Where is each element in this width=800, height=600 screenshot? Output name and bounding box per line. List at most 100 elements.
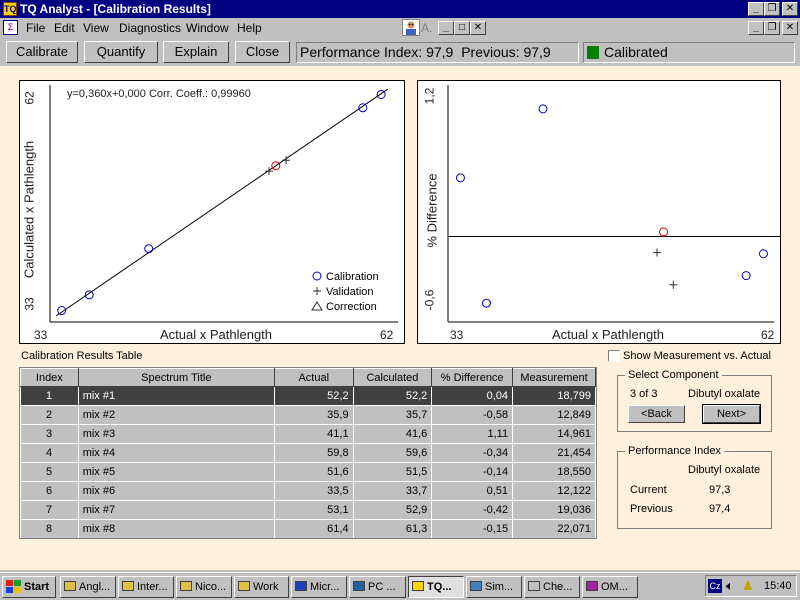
- menu-file[interactable]: File: [26, 21, 45, 35]
- minimize-doc-button[interactable]: _: [438, 21, 454, 35]
- folder-icon: [238, 581, 250, 591]
- taskbar-button-9[interactable]: Che...: [524, 576, 580, 598]
- percent-difference-plot-svg: [447, 85, 780, 323]
- column-header[interactable]: Calculated: [352, 368, 433, 387]
- performance-index-title: Performance Index: [625, 445, 724, 457]
- menu-view[interactable]: View: [83, 21, 109, 35]
- table-row[interactable]: 3 mix #3 41,1 41,6 1,11 14,961: [20, 424, 596, 444]
- show-measurement-label[interactable]: Show Measurement vs. Actual: [623, 350, 771, 362]
- taskbar-button-label: Angl...: [79, 581, 111, 593]
- column-header[interactable]: Index: [20, 368, 79, 387]
- table-cell: 53,1: [274, 500, 354, 520]
- explain-button[interactable]: Explain: [163, 41, 229, 63]
- clock: 15:40: [764, 580, 792, 592]
- table-cell: 33,7: [353, 481, 433, 501]
- previous-label: Previous:: [461, 44, 520, 60]
- table-cell: 51,5: [353, 462, 433, 482]
- taskbar-button-3[interactable]: Nico...: [176, 576, 232, 598]
- close-button[interactable]: Close: [235, 41, 290, 63]
- table-row[interactable]: 7 mix #7 53,1 52,9 -0,42 19,036: [20, 500, 596, 520]
- column-header[interactable]: % Difference: [431, 368, 514, 387]
- taskbar-button-6[interactable]: PC ...: [349, 576, 406, 598]
- status-indicator-icon: [587, 46, 599, 59]
- menu-window[interactable]: Window: [186, 21, 229, 35]
- table-row[interactable]: 4 mix #4 59,8 59,6 -0,34 21,454: [20, 443, 596, 463]
- agent-icon[interactable]: ♟: [742, 578, 754, 594]
- current-label: Current: [630, 484, 667, 496]
- y-min-label: 33: [22, 297, 37, 311]
- perf-index-value: 97,9: [426, 44, 454, 60]
- user-label: A.: [421, 21, 433, 35]
- document-icon[interactable]: Σ: [3, 20, 18, 35]
- speaker-icon[interactable]: 🔈︎: [726, 578, 734, 594]
- start-button[interactable]: Start: [2, 576, 56, 598]
- table-cell: mix #1: [78, 386, 275, 406]
- table-row[interactable]: 8 mix #8 61,4 61,3 -0,15 22,071: [20, 519, 596, 538]
- back-button[interactable]: <Back: [628, 405, 685, 423]
- table-row[interactable]: 5 mix #5 51,6 51,5 -0,14 18,550: [20, 462, 596, 482]
- window-title: TQ Analyst - [Calibration Results]: [20, 2, 211, 16]
- table-cell: -0,15: [431, 519, 514, 538]
- close-app-button[interactable]: ✕: [782, 2, 798, 16]
- table-row[interactable]: 1 mix #1 52,2 52,2 0,04 18,799: [20, 386, 596, 406]
- taskbar-button-label: TQ...: [427, 581, 452, 593]
- user-avatar-icon: [402, 19, 420, 36]
- quantify-button[interactable]: Quantify: [84, 41, 158, 63]
- taskbar-button-4[interactable]: Work: [234, 576, 289, 598]
- calibration-plot[interactable]: y=0,360x+0,000 Corr. Coeff.: 0,99960 Act…: [19, 80, 405, 344]
- show-measurement-checkbox[interactable]: [608, 350, 620, 362]
- table-cell: 0,04: [431, 386, 514, 406]
- next-button[interactable]: Next>: [702, 404, 761, 424]
- table-cell: 52,2: [274, 386, 354, 406]
- column-header[interactable]: Actual: [273, 368, 354, 387]
- table-cell: 1,11: [431, 424, 514, 444]
- table-cell: 19,036: [512, 500, 596, 520]
- taskbar-button-1[interactable]: Angl...: [60, 576, 116, 598]
- menu-edit[interactable]: Edit: [54, 21, 75, 35]
- close-doc-button[interactable]: ✕: [470, 21, 486, 35]
- taskbar-button-7[interactable]: TQ...: [408, 576, 464, 598]
- legend-markers: [311, 271, 323, 311]
- data-point: [144, 244, 154, 254]
- table-row[interactable]: 6 mix #6 33,5 33,7 0,51 12,122: [20, 481, 596, 501]
- data-point: [659, 227, 669, 237]
- app-icon: [470, 581, 482, 591]
- restore-app-button[interactable]: ❐: [764, 2, 780, 16]
- table-cell: 61,3: [353, 519, 433, 538]
- table-cell: -0,58: [431, 405, 514, 425]
- tq-app-icon[interactable]: TQ: [3, 2, 17, 16]
- taskbar-button-8[interactable]: Sim...: [466, 576, 522, 598]
- perf-index-label: Performance Index:: [300, 44, 423, 60]
- windows-logo-icon: [6, 580, 21, 593]
- taskbar-button-2[interactable]: Inter...: [118, 576, 174, 598]
- taskbar-button-10[interactable]: OM...: [582, 576, 638, 598]
- column-header[interactable]: Spectrum Title: [77, 368, 275, 387]
- menu-bar: Σ File Edit View Diagnostics Window Help…: [0, 18, 800, 38]
- previous-value: 97,9: [523, 44, 551, 60]
- table-cell: 52,9: [353, 500, 433, 520]
- maximize-doc-button[interactable]: □: [454, 21, 470, 35]
- menu-help[interactable]: Help: [237, 21, 262, 35]
- minimize-app-button[interactable]: _: [748, 2, 764, 16]
- table-cell: 5: [20, 462, 79, 482]
- percent-difference-plot[interactable]: Actual x Pathlength 33 62 % Difference 1…: [417, 80, 781, 344]
- table-cell: mix #5: [78, 462, 275, 482]
- restore-child-button[interactable]: ❐: [764, 21, 780, 35]
- taskbar-button-5[interactable]: Micr...: [291, 576, 347, 598]
- table-row[interactable]: 2 mix #2 35,9 35,7 -0,58 12,849: [20, 405, 596, 425]
- calibrate-button[interactable]: Calibrate: [6, 41, 78, 63]
- minimize-child-button[interactable]: _: [748, 21, 764, 35]
- app-icon: [528, 581, 540, 591]
- folder-icon: [180, 581, 192, 591]
- app-icon: [295, 581, 307, 591]
- data-point: [741, 271, 751, 281]
- close-child-button[interactable]: ✕: [782, 21, 798, 35]
- legend-validation: Validation: [326, 286, 374, 298]
- menu-diagnostics[interactable]: Diagnostics: [119, 21, 181, 35]
- table-cell: 7: [20, 500, 79, 520]
- table-cell: 18,550: [512, 462, 596, 482]
- language-indicator[interactable]: Cz: [708, 579, 722, 593]
- system-tray: Cz 🔈︎ ♟ 15:40: [705, 575, 797, 597]
- table-cell: 8: [20, 519, 79, 538]
- column-header[interactable]: Measurement: [512, 368, 596, 387]
